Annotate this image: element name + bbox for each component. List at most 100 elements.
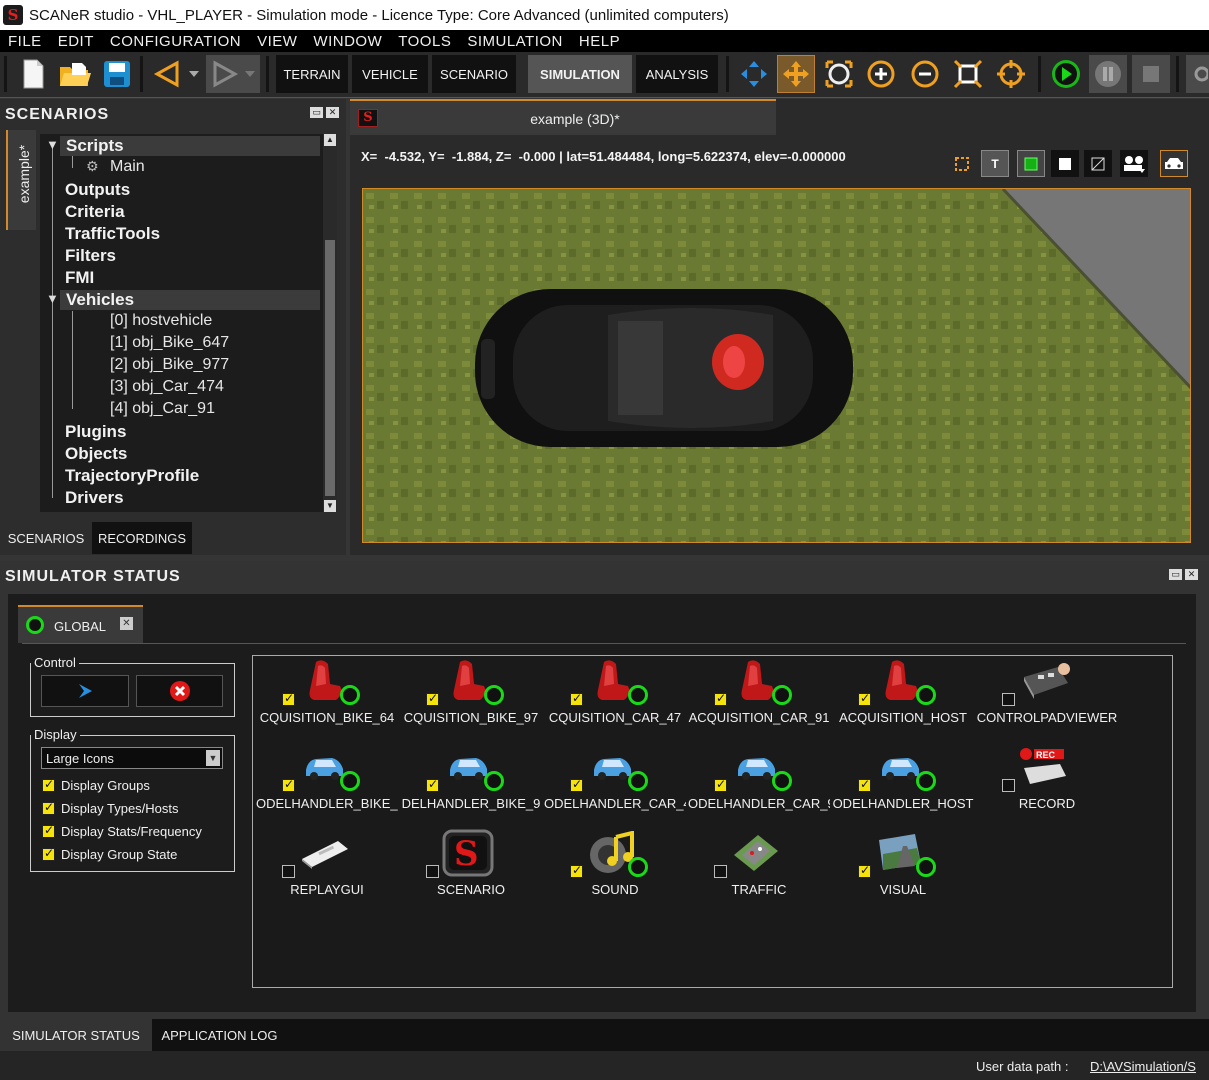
module-enable-checkbox[interactable] — [858, 691, 871, 706]
zoom-fit-button[interactable] — [820, 55, 858, 93]
tree-item-vehicle[interactable]: [0] hostvehicle — [110, 312, 212, 330]
settings-button[interactable] — [1186, 55, 1209, 93]
text-toggle-button[interactable]: T — [981, 150, 1009, 177]
tree-node-plugins[interactable]: Plugins — [65, 422, 126, 442]
module-enable-checkbox[interactable] — [714, 691, 727, 706]
target-button[interactable] — [992, 55, 1030, 93]
mode-terrain-button[interactable]: TERRAIN — [276, 55, 348, 93]
display-groups-checkbox[interactable] — [42, 777, 55, 792]
open-file-button[interactable] — [56, 55, 94, 93]
camera-button[interactable] — [1120, 150, 1148, 177]
selection-mode-button[interactable] — [948, 150, 976, 177]
scaner-icon[interactable]: S — [442, 829, 494, 877]
tree-scrollbar[interactable]: ▲ ▼ — [323, 134, 337, 512]
tree-node-scripts[interactable]: Scripts — [66, 136, 124, 156]
tree-item-vehicle[interactable]: [4] obj_Car_91 — [110, 400, 215, 418]
fit-all-button[interactable] — [949, 55, 987, 93]
3d-view-canvas[interactable] — [362, 188, 1191, 543]
controlpad-icon[interactable] — [1018, 657, 1070, 705]
record-icon[interactable]: REC — [1018, 743, 1070, 791]
module-enable-checkbox[interactable] — [858, 863, 871, 878]
tab-simulator-status[interactable]: SIMULATOR STATUS — [0, 1019, 152, 1051]
tab-scenarios[interactable]: SCENARIOS — [0, 522, 92, 554]
pause-button[interactable] — [1089, 55, 1127, 93]
zoom-out-button[interactable] — [906, 55, 944, 93]
expand-arrow-icon[interactable]: ▼ — [46, 291, 59, 306]
display-stats-checkbox[interactable] — [42, 823, 55, 838]
panel-restore-button[interactable]: ▭ — [310, 107, 323, 118]
expand-arrow-icon[interactable]: ▼ — [46, 137, 59, 152]
vehicle-view-button[interactable] — [1160, 150, 1188, 177]
start-simulation-button[interactable] — [41, 675, 129, 707]
module-enable-checkbox[interactable] — [426, 777, 439, 792]
menu-configuration[interactable]: CONFIGURATION — [102, 33, 249, 50]
stop-simulation-button[interactable] — [136, 675, 223, 707]
module-enable-checkbox[interactable] — [714, 865, 727, 878]
mode-simulation-button[interactable]: SIMULATION — [528, 55, 632, 93]
module-enable-checkbox[interactable] — [570, 863, 583, 878]
zoom-in-button[interactable] — [862, 55, 900, 93]
step-back-button[interactable] — [150, 55, 204, 93]
pan-button[interactable] — [777, 55, 815, 93]
panel-close-button[interactable]: ✕ — [326, 107, 339, 118]
play-button[interactable] — [1047, 55, 1085, 93]
mode-analysis-button[interactable]: ANALYSIS — [636, 55, 718, 93]
white-layer-button[interactable] — [1051, 150, 1079, 177]
scroll-up-icon[interactable]: ▲ — [324, 134, 336, 146]
module-enable-checkbox[interactable] — [426, 691, 439, 706]
tree-item-vehicle[interactable]: [1] obj_Bike_647 — [110, 334, 229, 352]
tab-application-log[interactable]: APPLICATION LOG — [152, 1019, 287, 1051]
panel-restore-button[interactable]: ▭ — [1169, 569, 1182, 580]
menu-simulation[interactable]: SIMULATION — [459, 33, 571, 50]
tree-node-traffictools[interactable]: TrafficTools — [65, 224, 160, 244]
display-types-checkbox[interactable] — [42, 800, 55, 815]
mode-vehicle-button[interactable]: VEHICLE — [352, 55, 428, 93]
tab-recordings[interactable]: RECORDINGS — [92, 522, 192, 554]
tree-node-outputs[interactable]: Outputs — [65, 180, 130, 200]
display-group-state-checkbox[interactable] — [42, 846, 55, 861]
move-view-button[interactable] — [735, 55, 773, 93]
user-data-path-link[interactable]: D:\AVSimulation/S — [1090, 1059, 1196, 1074]
replay-icon[interactable] — [298, 829, 350, 877]
scrollbar-thumb[interactable] — [325, 240, 335, 496]
chevron-down-icon[interactable]: ▼ — [206, 750, 220, 766]
traffic-icon[interactable] — [730, 829, 782, 877]
save-button[interactable] — [98, 55, 136, 93]
module-enable-checkbox[interactable] — [570, 691, 583, 706]
module-enable-checkbox[interactable] — [570, 777, 583, 792]
module-enable-checkbox[interactable] — [426, 865, 439, 878]
module-enable-checkbox[interactable] — [282, 777, 295, 792]
close-icon[interactable]: ✕ — [120, 617, 133, 630]
tree-item-vehicle[interactable]: [2] obj_Bike_977 — [110, 356, 229, 374]
tree-node-objects[interactable]: Objects — [65, 444, 127, 464]
panel-close-button[interactable]: ✕ — [1185, 569, 1198, 580]
display-mode-select[interactable]: Large Icons ▼ — [41, 747, 223, 769]
viewport-tab[interactable]: S example (3D)* — [350, 99, 776, 135]
module-enable-checkbox[interactable] — [282, 865, 295, 878]
tree-node-drivers[interactable]: Drivers — [65, 488, 124, 508]
tree-node-vehicles[interactable]: Vehicles — [66, 290, 134, 310]
green-layer-button[interactable] — [1017, 150, 1045, 177]
tree-node-trajectoryprofile[interactable]: TrajectoryProfile — [65, 466, 199, 486]
stop-button[interactable] — [1132, 55, 1170, 93]
menu-window[interactable]: WINDOW — [305, 33, 390, 50]
menu-file[interactable]: FILE — [0, 33, 50, 50]
menu-edit[interactable]: EDIT — [50, 33, 102, 50]
tree-node-criteria[interactable]: Criteria — [65, 202, 125, 222]
module-enable-checkbox[interactable] — [714, 777, 727, 792]
tree-item-vehicle[interactable]: [3] obj_Car_474 — [110, 378, 224, 396]
module-enable-checkbox[interactable] — [1002, 779, 1015, 792]
scenario-side-tab[interactable]: example* — [6, 130, 36, 230]
mode-scenario-button[interactable]: SCENARIO — [432, 55, 516, 93]
menu-view[interactable]: VIEW — [249, 33, 305, 50]
menu-help[interactable]: HELP — [571, 33, 628, 50]
module-enable-checkbox[interactable] — [858, 777, 871, 792]
new-file-button[interactable] — [14, 55, 52, 93]
scroll-down-icon[interactable]: ▼ — [324, 500, 336, 512]
step-forward-button[interactable] — [206, 55, 260, 93]
wireframe-button[interactable] — [1084, 150, 1112, 177]
tree-node-fmi[interactable]: FMI — [65, 268, 94, 288]
module-enable-checkbox[interactable] — [1002, 693, 1015, 706]
module-enable-checkbox[interactable] — [282, 691, 295, 706]
global-tab[interactable]: GLOBAL ✕ — [18, 605, 143, 643]
